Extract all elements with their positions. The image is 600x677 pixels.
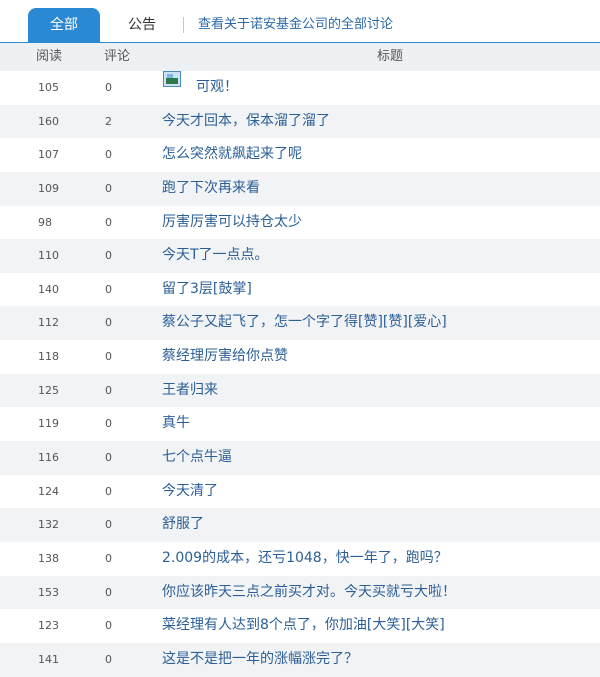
table-row: 110 0 今天T了一点点。 [0, 239, 600, 273]
tab-divider [183, 17, 184, 33]
comment-count: 0 [105, 417, 112, 431]
table-row: 125 0 王者归来 [0, 373, 600, 408]
comment-count: 0 [105, 383, 112, 397]
column-header-title: 标题 [377, 49, 404, 64]
post-title-link[interactable]: 跑了下次再来看 [162, 172, 260, 205]
read-count: 105 [38, 81, 59, 94]
read-count: 141 [38, 652, 59, 666]
post-title-link[interactable]: 怎么突然就飙起来了呢 [162, 138, 302, 171]
read-count: 119 [38, 417, 59, 431]
post-title-link[interactable]: 舒服了 [162, 508, 204, 541]
comment-count: 0 [105, 350, 112, 364]
read-count: 125 [38, 383, 59, 397]
comment-count: 0 [105, 215, 112, 229]
post-title-link[interactable]: 蔡公子又起飞了，怎一个字了得[赞][赞][爱心] [162, 306, 447, 339]
table-row: 118 0 蔡经理厉害给你点赞 [0, 340, 600, 374]
post-title-link[interactable]: 七个点牛逼 [162, 441, 232, 474]
table-row: 105 0 可观！ [0, 71, 600, 105]
read-count: 138 [38, 551, 59, 565]
post-title-link[interactable]: 2.009的成本，还亏1048，快一年了，跑吗？ [162, 542, 448, 575]
table-row: 138 0 2.009的成本，还亏1048，快一年了，跑吗？ [0, 542, 600, 576]
read-count: 123 [38, 619, 59, 633]
image-icon [163, 71, 181, 87]
comment-count: 0 [105, 551, 112, 565]
post-title-link[interactable]: 今天清了 [162, 475, 218, 508]
post-title-link[interactable]: 今天才回本，保本溜了溜了 [162, 105, 330, 138]
comment-count: 0 [105, 282, 112, 296]
table-row: 123 0 菜经理有人达到8个点了，你加油[大笑][大笑] [0, 609, 600, 643]
read-count: 132 [38, 518, 59, 532]
comment-count: 0 [105, 81, 112, 94]
table-row: 98 0 厉害厉害可以持仓太少 [0, 206, 600, 240]
table-row: 109 0 跑了下次再来看 [0, 171, 600, 206]
view-all-discussions-link[interactable]: 查看关于诺安基金公司的全部讨论 [198, 8, 393, 43]
comment-count: 0 [105, 619, 112, 633]
comment-count: 0 [105, 585, 112, 599]
comment-count: 0 [105, 484, 112, 498]
read-count: 160 [38, 114, 59, 128]
post-title-link[interactable]: 厉害厉害可以持仓太少 [162, 206, 302, 239]
table-header: 阅读 评论 标题 [0, 43, 600, 71]
read-count: 140 [38, 282, 59, 296]
read-count: 110 [38, 249, 59, 263]
comment-count: 0 [105, 652, 112, 666]
read-count: 109 [38, 181, 59, 195]
comment-count: 0 [105, 316, 112, 330]
comment-count: 0 [105, 181, 112, 195]
table-row: 141 0 这是不是把一年的涨幅涨完了？ [0, 642, 600, 677]
post-title-link[interactable]: 今天T了一点点。 [162, 239, 269, 272]
post-title-link[interactable]: 王者归来 [162, 374, 218, 407]
read-count: 107 [38, 148, 59, 162]
comment-count: 0 [105, 148, 112, 162]
post-title-link[interactable]: 可观！ [196, 71, 238, 104]
post-list: 105 0 可观！ 160 2 今天才回本，保本溜了溜了 107 0 怎么突然就飙起来了呢 109… [0, 71, 600, 677]
table-row: 132 0 舒服了 [0, 508, 600, 542]
post-title-link[interactable]: 这是不是把一年的涨幅涨完了？ [162, 643, 358, 676]
table-row: 119 0 真牛 [0, 407, 600, 441]
tab-all[interactable]: 全部 [28, 8, 100, 43]
column-header-read: 阅读 [36, 49, 63, 64]
comment-count: 2 [105, 114, 112, 128]
table-row: 116 0 七个点牛逼 [0, 441, 600, 475]
read-count: 124 [38, 484, 59, 498]
table-row: 107 0 怎么突然就飙起来了呢 [0, 138, 600, 172]
comment-count: 0 [105, 518, 112, 532]
tab-bar: 全部 公告 查看关于诺安基金公司的全部讨论 [0, 0, 600, 43]
comment-count: 0 [105, 249, 112, 263]
read-count: 116 [38, 451, 59, 465]
table-row: 112 0 蔡公子又起飞了，怎一个字了得[赞][赞][爱心] [0, 306, 600, 341]
post-title-link[interactable]: 菜经理有人达到8个点了，你加油[大笑][大笑] [162, 609, 445, 642]
comment-count: 0 [105, 451, 112, 465]
post-title-link[interactable]: 你应该昨天三点之前买才对。今天买就亏大啦！ [162, 576, 456, 609]
read-count: 153 [38, 585, 59, 599]
post-title-link[interactable]: 真牛 [162, 407, 190, 440]
table-row: 140 0 留了3层[鼓掌] [0, 273, 600, 307]
column-header-comment: 评论 [104, 49, 131, 64]
read-count: 98 [38, 215, 52, 229]
post-title-link[interactable]: 蔡经理厉害给你点赞 [162, 340, 288, 373]
read-count: 118 [38, 350, 59, 364]
table-row: 153 0 你应该昨天三点之前买才对。今天买就亏大啦！ [0, 575, 600, 610]
table-row: 160 2 今天才回本，保本溜了溜了 [0, 104, 600, 139]
table-row: 124 0 今天清了 [0, 475, 600, 509]
tab-notice[interactable]: 公告 [128, 8, 168, 43]
read-count: 112 [38, 316, 59, 330]
post-title-link[interactable]: 留了3层[鼓掌] [162, 273, 252, 306]
